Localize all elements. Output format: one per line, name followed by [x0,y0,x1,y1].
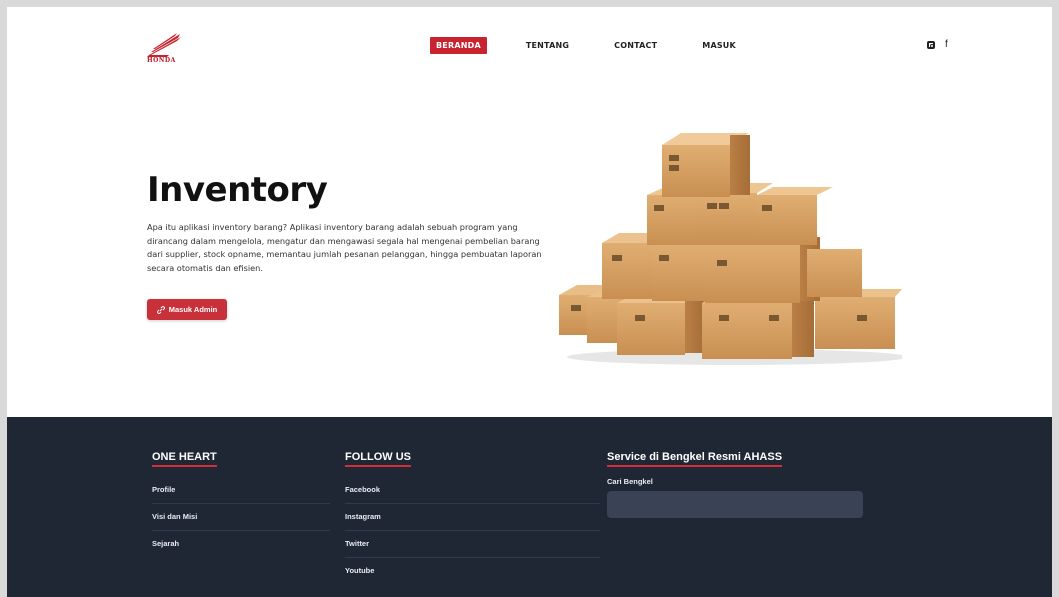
footer-col-ahass: Service di Bengkel Resmi AHASS Cari Beng… [607,447,877,518]
honda-wing-icon [147,33,181,57]
footer: ONE HEART Profile Visi dan Misi Sejarah … [7,417,1052,597]
facebook-icon[interactable]: f [945,39,948,50]
social-links: f [927,39,948,50]
footer-link-twitter[interactable]: Twitter [345,531,600,558]
cardboard-boxes-image [559,133,902,365]
footer-link-sejarah[interactable]: Sejarah [152,531,330,557]
cari-bengkel-input[interactable] [607,491,863,518]
footer-title-follow-us: FOLLOW US [345,451,411,467]
page: HONDA BERANDA TENTANG CONTACT MASUK f In… [7,7,1052,597]
logo-text: HONDA [147,57,176,64]
hero-title: Inventory [147,170,328,210]
top-navbar: HONDA BERANDA TENTANG CONTACT MASUK f [7,7,1052,87]
footer-col-follow-us: FOLLOW US Facebook Instagram Twitter You… [345,447,600,584]
footer-link-profile[interactable]: Profile [152,477,330,504]
link-icon [156,305,165,314]
instagram-icon[interactable] [927,40,935,49]
footer-link-instagram[interactable]: Instagram [345,504,600,531]
footer-title-ahass: Service di Bengkel Resmi AHASS [607,451,783,467]
main-menu: BERANDA TENTANG CONTACT MASUK [430,37,775,54]
masuk-admin-label: Masuk Admin [168,305,218,314]
footer-link-visi-misi[interactable]: Visi dan Misi [152,504,330,531]
footer-title-one-heart: ONE HEART [152,451,217,467]
footer-col-one-heart: ONE HEART Profile Visi dan Misi Sejarah [152,447,330,557]
honda-logo[interactable]: HONDA [147,33,187,69]
masuk-admin-button[interactable]: Masuk Admin [147,299,227,320]
nav-item-beranda[interactable]: BERANDA [430,37,487,54]
footer-link-facebook[interactable]: Facebook [345,477,600,504]
cari-bengkel-label: Cari Bengkel [607,477,653,486]
nav-item-contact[interactable]: CONTACT [608,37,663,54]
nav-item-masuk[interactable]: MASUK [696,37,742,54]
footer-link-youtube[interactable]: Youtube [345,558,600,584]
nav-item-tentang[interactable]: TENTANG [520,37,575,54]
hero-description: Apa itu aplikasi inventory barang? Aplik… [147,222,542,273]
